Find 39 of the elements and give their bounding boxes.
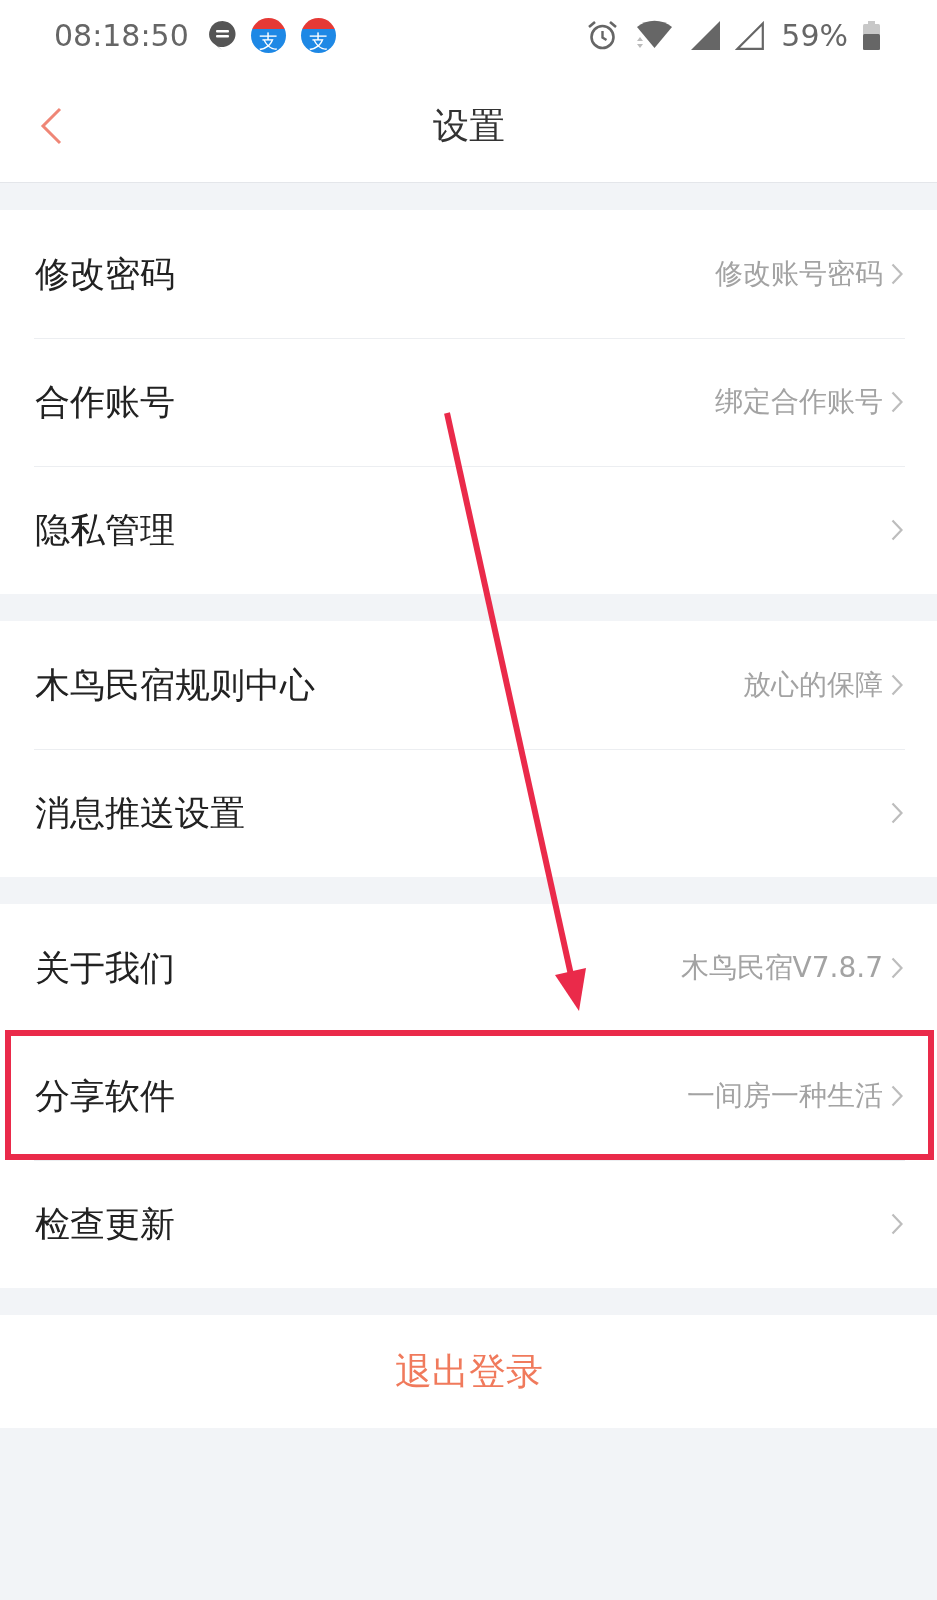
alarm-clock-icon [587, 20, 619, 50]
settings-row[interactable]: 关于我们 木鸟民宿V7.8.7 [0, 904, 937, 1032]
app-notification-icon: 支 [250, 17, 286, 53]
chevron-right-icon [891, 263, 903, 285]
setting-label: 隐私管理 [35, 508, 175, 552]
settings-row[interactable]: 修改密码 修改账号密码 [0, 210, 937, 338]
chevron-right-icon [891, 519, 903, 541]
setting-label: 修改密码 [35, 252, 175, 296]
chevron-right-icon [891, 802, 903, 824]
chevron-right-icon [891, 957, 903, 979]
battery-icon [863, 20, 880, 50]
setting-value: 木鸟民宿V7.8.7 [680, 950, 883, 986]
setting-value: 放心的保障 [743, 667, 883, 703]
chevron-right-icon [891, 674, 903, 696]
settings-row[interactable]: 合作账号 绑定合作账号 [0, 338, 937, 466]
setting-value: 绑定合作账号 [715, 384, 883, 420]
message-icon [208, 20, 236, 50]
settings-row[interactable]: 木鸟民宿规则中心 放心的保障 [0, 621, 937, 749]
settings-row[interactable]: 隐私管理 [0, 466, 937, 594]
setting-label: 木鸟民宿规则中心 [35, 663, 315, 707]
app-notification-icon: 支 [300, 17, 336, 53]
back-chevron-icon [39, 107, 63, 145]
setting-label: 检查更新 [35, 1202, 175, 1246]
chevron-right-icon [891, 1213, 903, 1235]
setting-label: 消息推送设置 [35, 791, 245, 835]
setting-label: 合作账号 [35, 380, 175, 424]
settings-row[interactable]: 检查更新 [0, 1160, 937, 1288]
setting-value: 一间房一种生活 [687, 1078, 883, 1114]
status-time: 08:18:50 [54, 17, 189, 53]
chevron-right-icon [891, 1085, 903, 1107]
back-button[interactable] [38, 106, 64, 146]
settings-row[interactable]: 分享软件 一间房一种生活 [0, 1032, 937, 1160]
chevron-right-icon [891, 391, 903, 413]
setting-label: 分享软件 [35, 1074, 175, 1118]
page-title: 设置 [432, 103, 505, 148]
battery-percent: 59% [781, 17, 848, 53]
setting-value: 修改账号密码 [715, 256, 883, 292]
setting-label: 关于我们 [35, 946, 175, 990]
settings-row[interactable]: 消息推送设置 [0, 749, 937, 877]
